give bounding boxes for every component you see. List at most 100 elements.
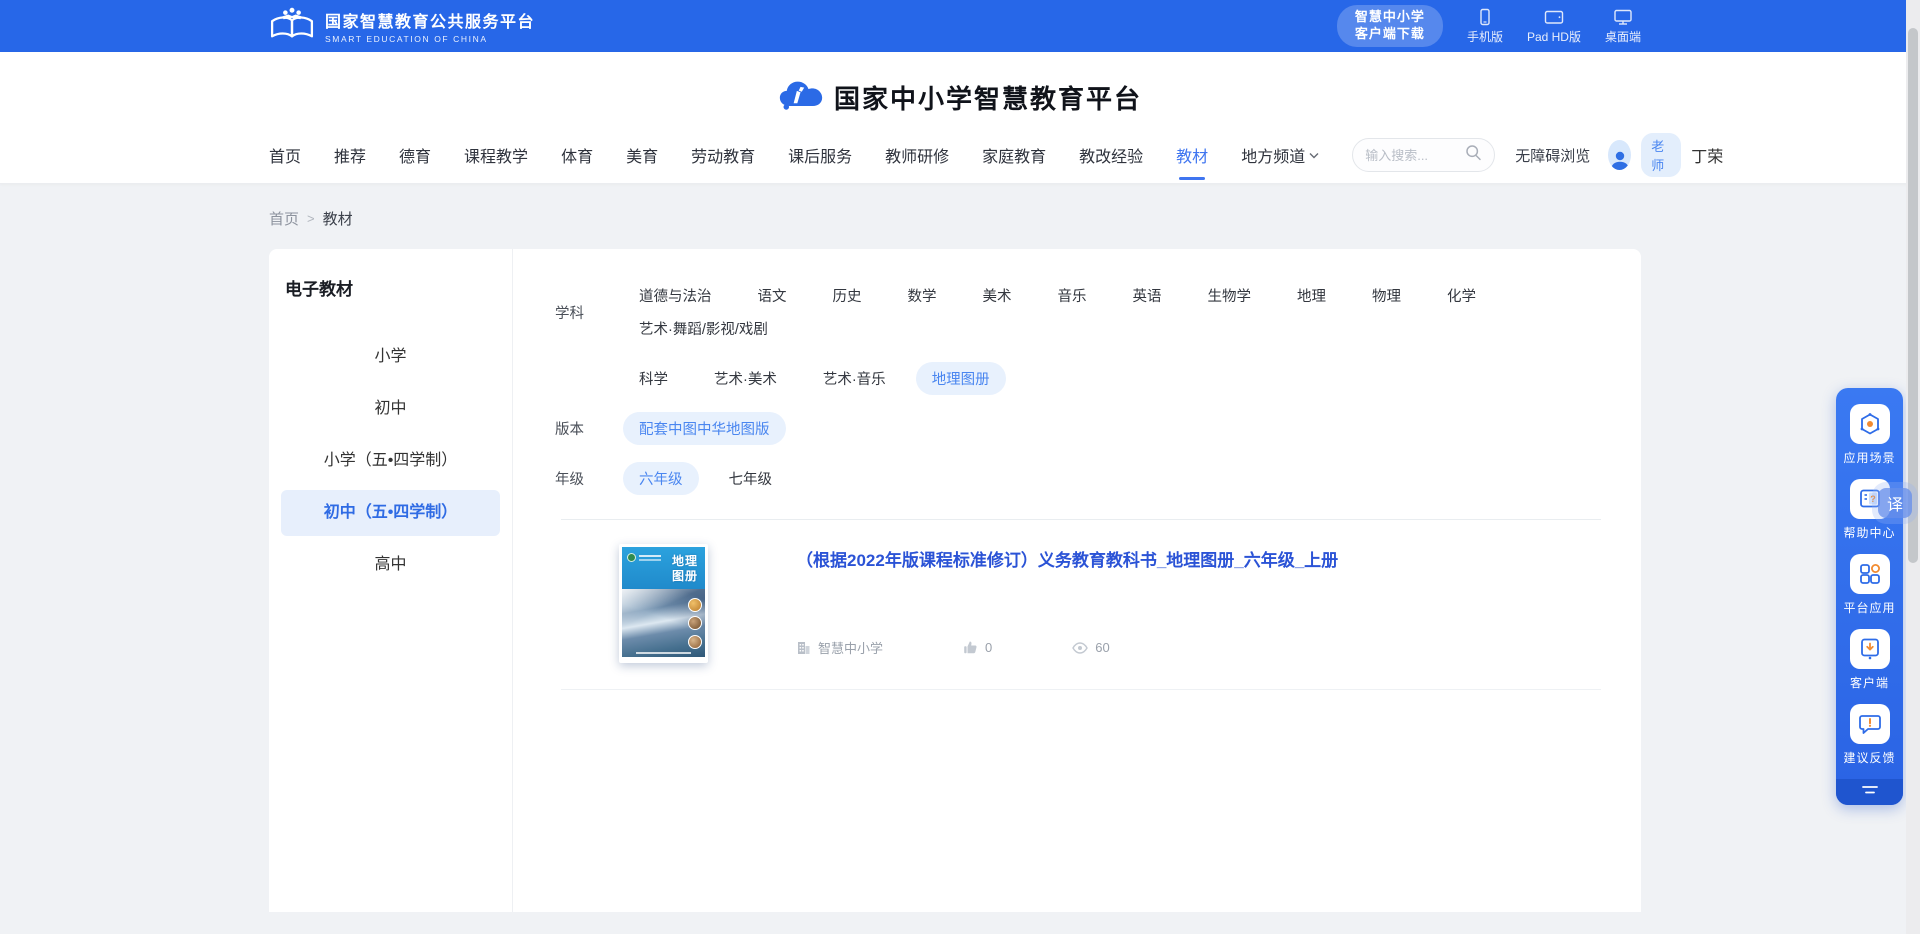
svg-text:?: ? (1870, 494, 1876, 504)
nav-item-textbooks[interactable]: 教材 (1176, 143, 1208, 167)
scrollbar-track[interactable] (1906, 0, 1920, 934)
subject-geo-atlas[interactable]: 地理图册 (916, 362, 1006, 395)
likes-group[interactable]: 0 (963, 640, 992, 655)
download-line2: 客户端下载 (1355, 26, 1425, 43)
nav-item-local-channel[interactable]: 地方频道 (1241, 143, 1319, 167)
download-line1: 智慧中小学 (1355, 9, 1425, 26)
views-group: 60 (1072, 640, 1109, 655)
chevron-down-icon (1309, 146, 1319, 164)
sidebar-item-junior[interactable]: 初中 (281, 386, 500, 432)
pad-version-button[interactable]: Pad HD版 (1527, 8, 1581, 45)
subject-math[interactable]: 数学 (892, 279, 953, 312)
book-title-link[interactable]: （根据2022年版课程标准修订）义务教育教科书_地理图册_六年级_上册 (796, 546, 1601, 571)
nav-item-reform[interactable]: 教改经验 (1079, 143, 1143, 167)
subject-chemistry[interactable]: 化学 (1431, 279, 1492, 312)
subject-art[interactable]: 美术 (967, 279, 1028, 312)
sidebar-item-primary-54[interactable]: 小学（五•四学制） (281, 438, 500, 484)
grade-seven[interactable]: 七年级 (713, 462, 789, 495)
mobile-version-label: 手机版 (1467, 28, 1503, 45)
search-icon[interactable] (1465, 144, 1482, 166)
platform-apps-button[interactable]: 平台应用 (1836, 554, 1903, 616)
subject-art-fine[interactable]: 艺术·美术 (698, 362, 793, 395)
client-download-button[interactable]: 智慧中小学 客户端下载 (1337, 5, 1443, 47)
topbar: 国家智慧教育公共服务平台 SMART EDUCATION OF CHINA 智慧… (0, 0, 1920, 52)
app-scenes-label: 应用场景 (1836, 449, 1903, 466)
grade-six[interactable]: 六年级 (623, 462, 699, 495)
main-nav: 首页 推荐 德育 课程教学 体育 美育 劳动教育 课后服务 教师研修 家庭教育 … (269, 127, 1641, 183)
pad-version-label: Pad HD版 (1527, 28, 1581, 45)
search-box (1352, 138, 1495, 172)
client-button[interactable]: 客户端 (1836, 629, 1903, 691)
sidebar-item-senior[interactable]: 高中 (281, 542, 500, 588)
book-cover-thumbnail[interactable]: 地理 图册 (619, 544, 708, 663)
cover-emblem-text (639, 555, 661, 557)
subject-filter-row-1: 学科 道德与法治 语文 历史 数学 美术 音乐 英语 生物学 地理 物理 化学 … (555, 279, 1601, 345)
client-label: 客户端 (1836, 674, 1903, 691)
smart-education-logo[interactable]: 国家智慧教育公共服务平台 SMART EDUCATION OF CHINA (269, 6, 535, 47)
nav-item-family[interactable]: 家庭教育 (982, 143, 1046, 167)
subject-music[interactable]: 音乐 (1042, 279, 1103, 312)
scrollbar-thumb[interactable] (1908, 28, 1918, 563)
cover-publisher-line (636, 652, 691, 654)
subject-filter-row-2: 科学 艺术·美术 艺术·音乐 地理图册 (555, 362, 1601, 395)
breadcrumb-current: 教材 (323, 208, 353, 229)
nav-item-labor[interactable]: 劳动教育 (691, 143, 755, 167)
nav-item-curriculum[interactable]: 课程教学 (464, 143, 528, 167)
nav-item-recommend[interactable]: 推荐 (334, 143, 366, 167)
publisher-group: 智慧中小学 (796, 638, 883, 657)
textbook-sidebar: 电子教材 小学 初中 小学（五•四学制） 初中（五•四学制） 高中 (269, 249, 513, 912)
topbar-logo-title: 国家智慧教育公共服务平台 (325, 8, 535, 32)
organization-icon (796, 641, 811, 655)
subject-geography[interactable]: 地理 (1281, 279, 1342, 312)
nav-item-teacher-training[interactable]: 教师研修 (885, 143, 949, 167)
likes-count: 0 (985, 640, 992, 655)
breadcrumb-separator: > (307, 211, 315, 226)
help-center-label: 帮助中心 (1836, 524, 1903, 541)
desktop-version-button[interactable]: 桌面端 (1605, 8, 1641, 45)
desktop-icon (1613, 8, 1633, 26)
subject-biology[interactable]: 生物学 (1192, 279, 1268, 312)
collapse-icon (1861, 783, 1879, 801)
cover-emblem (627, 553, 636, 562)
version-zhongtu[interactable]: 配套中图中华地图版 (623, 412, 786, 445)
feedback-button[interactable]: 建议反馈 (1836, 704, 1903, 766)
textbook-list-item[interactable]: 地理 图册 （根据2022年版课程标准修订）义务教育教科书_地理图册_六年级_上… (561, 520, 1601, 690)
breadcrumb-home[interactable]: 首页 (269, 208, 299, 229)
subject-physics[interactable]: 物理 (1356, 279, 1417, 312)
feedback-label: 建议反馈 (1836, 749, 1903, 766)
platform-brand[interactable]: 国家中小学智慧教育平台 (0, 52, 1920, 117)
version-label: 版本 (555, 418, 599, 439)
subject-art-dance[interactable]: 艺术·舞蹈/影视/戏剧 (623, 312, 784, 345)
cover-photo-circle-3 (688, 635, 702, 649)
desktop-version-label: 桌面端 (1605, 28, 1641, 45)
sidebar-item-primary[interactable]: 小学 (281, 334, 500, 380)
nav-item-afterschool[interactable]: 课后服务 (788, 143, 852, 167)
subject-history[interactable]: 历史 (817, 279, 878, 312)
sidebar-collapse-button[interactable] (1836, 779, 1903, 805)
cover-title: 地理 图册 (672, 554, 698, 584)
nav-item-aesthetic[interactable]: 美育 (626, 143, 658, 167)
topbar-logo-subtitle: SMART EDUCATION OF CHINA (325, 34, 535, 44)
user-group: 老师 丁荣 (1608, 133, 1723, 177)
translate-badge[interactable]: 译 (1878, 488, 1912, 518)
platform-title: 国家中小学智慧教育平台 (834, 79, 1142, 116)
search-input[interactable] (1365, 148, 1465, 163)
role-badge[interactable]: 老师 (1641, 133, 1681, 177)
scene-icon (1850, 404, 1890, 444)
subject-english[interactable]: 英语 (1117, 279, 1178, 312)
sidebar-item-junior-54[interactable]: 初中（五•四学制） (281, 490, 500, 536)
nav-item-home[interactable]: 首页 (269, 143, 301, 167)
accessibility-link[interactable]: 无障碍浏览 (1515, 145, 1590, 166)
avatar[interactable] (1608, 140, 1631, 170)
nav-item-moral[interactable]: 德育 (399, 143, 431, 167)
mobile-version-button[interactable]: 手机版 (1467, 8, 1503, 45)
subject-science[interactable]: 科学 (623, 362, 684, 395)
subject-chinese[interactable]: 语文 (742, 279, 803, 312)
thumbs-up-icon (963, 640, 978, 655)
subject-art-music[interactable]: 艺术·音乐 (807, 362, 902, 395)
grade-label: 年级 (555, 468, 599, 489)
nav-item-sports[interactable]: 体育 (561, 143, 593, 167)
app-scenes-button[interactable]: 应用场景 (1836, 404, 1903, 466)
username[interactable]: 丁荣 (1691, 143, 1723, 167)
subject-morality[interactable]: 道德与法治 (623, 279, 728, 312)
